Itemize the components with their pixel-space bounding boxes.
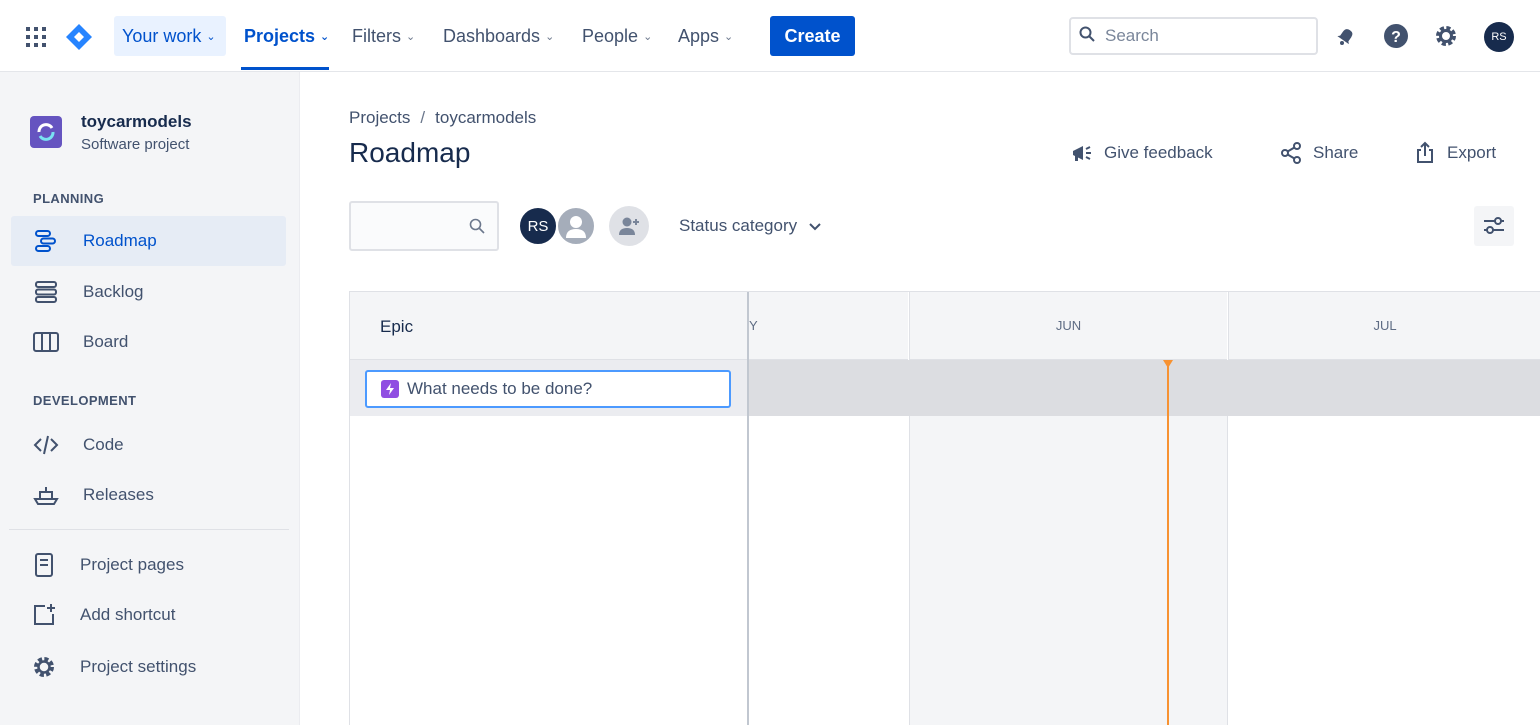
top-navigation: Your work ⌄ Projects ⌄ Filters ⌄ Dashboa…: [0, 0, 1540, 72]
nav-apps[interactable]: Apps ⌄: [670, 16, 741, 56]
active-nav-indicator: [241, 67, 329, 70]
breadcrumb: Projects / toycarmodels: [349, 108, 536, 128]
settings-icon[interactable]: [1432, 22, 1460, 50]
new-epic-timeline-row: [749, 360, 1540, 416]
nav-projects[interactable]: Projects ⌄: [236, 16, 337, 56]
sidebar-item-label: Releases: [83, 485, 154, 504]
nav-dashboards[interactable]: Dashboards ⌄: [435, 16, 562, 56]
user-avatar[interactable]: RS: [1484, 22, 1514, 52]
help-icon[interactable]: ?: [1382, 22, 1410, 50]
share-button[interactable]: Share: [1279, 140, 1358, 166]
sidebar-item-board[interactable]: Board: [11, 317, 286, 367]
sidebar-item-project-pages[interactable]: Project pages: [11, 540, 286, 590]
global-search[interactable]: [1069, 17, 1318, 55]
breadcrumb-projects[interactable]: Projects: [349, 108, 410, 128]
month-header-jul: JUL: [1228, 292, 1540, 360]
search-icon: [1079, 26, 1095, 47]
sidebar-item-add-shortcut[interactable]: Add shortcut: [11, 590, 286, 640]
chevron-down-icon: ⌄: [320, 30, 330, 43]
chevron-down-icon: ⌄: [724, 30, 734, 43]
chevron-down-icon: ⌄: [643, 30, 653, 43]
development-heading: DEVELOPMENT: [33, 393, 137, 408]
project-sidebar: toycarmodels Software project PLANNING R…: [0, 72, 300, 725]
unassigned-avatar-filter[interactable]: [556, 206, 596, 246]
chevron-down-icon: ⌄: [206, 30, 216, 43]
add-shortcut-icon: [29, 600, 59, 630]
epic-column-header: Epic: [350, 292, 747, 360]
releases-icon: [31, 480, 61, 510]
create-button[interactable]: Create: [770, 16, 855, 56]
sidebar-item-label: Roadmap: [83, 231, 157, 250]
nav-apps-label: Apps: [678, 25, 720, 46]
month-header-may: Y: [749, 292, 908, 360]
project-avatar[interactable]: [30, 116, 62, 148]
epic-icon: [381, 380, 399, 398]
view-settings-button[interactable]: [1474, 206, 1514, 246]
add-people-button[interactable]: [609, 206, 649, 246]
page-title: Roadmap: [349, 137, 471, 168]
nav-filters[interactable]: Filters ⌄: [344, 16, 423, 56]
sidebar-item-releases[interactable]: Releases: [11, 470, 286, 520]
status-category-label: Status category: [679, 216, 798, 235]
roadmap-search-field[interactable]: [349, 201, 499, 251]
search-input[interactable]: [1105, 26, 1295, 46]
breadcrumb-separator: /: [420, 108, 426, 127]
export-button[interactable]: Export: [1413, 140, 1496, 166]
settings-icon: [29, 652, 59, 682]
share-label: Share: [1313, 143, 1359, 162]
sidebar-item-label: Code: [83, 435, 124, 454]
give-feedback-label: Give feedback: [1104, 143, 1213, 162]
pages-icon: [29, 550, 59, 580]
epic-column-resize-handle[interactable]: [747, 292, 749, 725]
breadcrumb-project[interactable]: toycarmodels: [435, 108, 536, 128]
sidebar-item-label: Project settings: [80, 657, 197, 676]
epic-summary-input[interactable]: [407, 379, 707, 399]
roadmap-icon: [31, 226, 61, 256]
jira-logo-icon[interactable]: [64, 22, 94, 52]
sidebar-item-roadmap[interactable]: Roadmap: [11, 216, 286, 266]
chevron-down-icon: ⌄: [545, 30, 555, 43]
nav-filters-label: Filters: [352, 25, 401, 46]
today-line: [1167, 362, 1169, 725]
nav-projects-label: Projects: [244, 25, 316, 46]
sidebar-item-label: Board: [83, 332, 129, 351]
sidebar-divider: [9, 529, 289, 530]
sidebar-item-code[interactable]: Code: [11, 420, 286, 470]
sidebar-item-label: Project pages: [80, 555, 184, 574]
nav-people-label: People: [582, 25, 639, 46]
megaphone-icon: [1070, 141, 1094, 165]
roadmap-grid: Epic Y JUN JUL: [349, 291, 1540, 725]
backlog-icon: [31, 277, 61, 307]
share-icon: [1279, 141, 1303, 165]
sidebar-item-label: Backlog: [83, 282, 144, 301]
sidebar-item-project-settings[interactable]: Project settings: [11, 642, 286, 692]
app-switcher-icon[interactable]: [26, 27, 46, 47]
create-epic-field[interactable]: [365, 370, 731, 408]
project-type: Software project: [81, 136, 190, 153]
give-feedback-button[interactable]: Give feedback: [1070, 140, 1213, 166]
nav-your-work-label: Your work: [122, 25, 202, 46]
assignee-avatar-filter[interactable]: RS: [518, 206, 558, 246]
export-icon: [1413, 141, 1437, 165]
notifications-icon[interactable]: [1332, 22, 1360, 50]
search-icon: [469, 218, 485, 239]
chevron-down-icon: ⌄: [406, 30, 416, 43]
project-name[interactable]: toycarmodels: [81, 112, 192, 132]
nav-people[interactable]: People ⌄: [574, 16, 660, 56]
board-icon: [31, 327, 61, 357]
export-label: Export: [1447, 143, 1497, 162]
svg-text:?: ?: [1391, 29, 1401, 46]
planning-heading: PLANNING: [33, 191, 105, 206]
status-category-filter[interactable]: Status category: [679, 216, 821, 236]
sidebar-item-backlog[interactable]: Backlog: [11, 267, 286, 317]
code-icon: [31, 430, 61, 460]
epic-column-label: Epic: [380, 317, 414, 336]
chevron-down-icon: [809, 216, 821, 236]
month-header-jun: JUN: [909, 292, 1227, 360]
nav-your-work[interactable]: Your work ⌄: [114, 16, 226, 56]
nav-dashboards-label: Dashboards: [443, 25, 541, 46]
sidebar-item-label: Add shortcut: [80, 605, 176, 624]
